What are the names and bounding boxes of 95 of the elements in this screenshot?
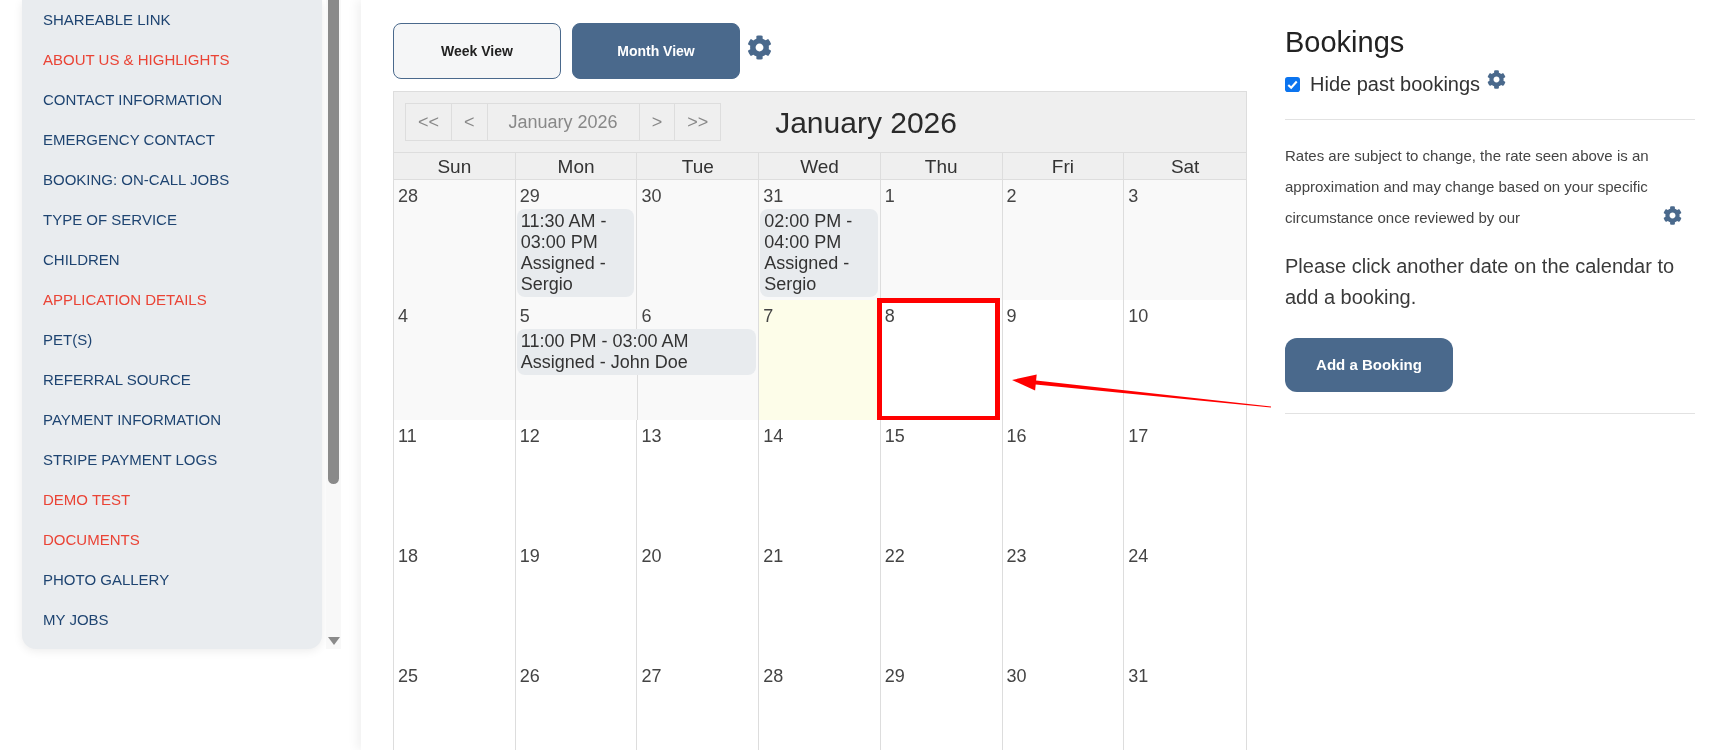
calendar-day-cell[interactable]: 14 [759,420,881,540]
day-number: 13 [641,425,662,448]
day-number: 9 [1006,305,1017,328]
day-number: 23 [1006,545,1027,568]
sidebar-link[interactable]: PET(S) [43,328,93,352]
view-tab[interactable]: Week View [393,23,561,79]
calendar-day-cell[interactable]: 22 [880,540,1003,660]
sidebar-link[interactable]: REFERRAL SOURCE [43,368,191,392]
day-number: 18 [398,545,419,568]
calendar-day-cell[interactable]: 23 [1002,540,1125,660]
day-number: 15 [884,425,905,448]
calendar-day-cell[interactable]: 25 [394,660,516,750]
day-number: 31 [763,185,784,208]
day-number: 29 [884,665,905,688]
calendar-day-cell[interactable]: 18 [394,540,516,660]
calendar-day-cell[interactable]: 20 [637,540,760,660]
sidebar-link[interactable]: PHOTO GALLERY [43,568,170,592]
day-number: 16 [1006,425,1027,448]
view-tab[interactable]: Month View [572,23,740,79]
calendar-day-cell[interactable]: 15 [880,420,1003,540]
sidebar-link[interactable]: STRIPE PAYMENT LOGS [43,448,218,472]
calendar-day-cell[interactable]: 1 [880,180,1003,300]
day-number: 29 [519,185,540,208]
day-number: 5 [519,305,530,328]
booking-event[interactable]: 11:00 PM - 03:00 AM Assigned - John Doe [516,329,757,375]
calendar-day-cell[interactable]: 26 [515,660,638,750]
day-number: 17 [1128,425,1149,448]
sidebar-link[interactable]: TYPE OF SERVICE [43,208,177,232]
sidebar-link[interactable]: BOOKING: ON-CALL JOBS [43,168,230,192]
day-number: 24 [1128,545,1149,568]
day-number: 2 [1006,185,1017,208]
sidebar-link[interactable]: CONTACT INFORMATION [43,88,223,112]
day-number: 25 [398,665,419,688]
day-number: 19 [519,545,540,568]
day-number: 22 [884,545,905,568]
booking-event[interactable]: 02:00 PM - 04:00 PM Assigned - Sergio [760,209,878,297]
rates-notice: Rates are subject to change, the rate seen above is an approximation and may change based on your specific circumstance once reviewed by our [1285,146,1650,228]
calendar-day-cell[interactable]: 30 [637,180,760,300]
sidebar-link[interactable]: EMERGENCY CONTACT [43,128,215,152]
calendar-day-cell[interactable]: 29 11:30 AM - 03:00 PM Assigned - Sergio [515,180,638,300]
caret-down-icon[interactable] [327,637,340,645]
calendar-day-cell[interactable]: 30 [1002,660,1125,750]
booking-event[interactable]: 11:30 AM - 03:00 PM Assigned - Sergio [516,209,635,297]
day-number: 8 [884,305,895,328]
add-booking-button[interactable]: Add a Booking [1285,338,1453,392]
day-number: 7 [763,305,774,328]
calendar-day-cell[interactable]: 29 [880,660,1003,750]
day-number: 28 [763,665,784,688]
calendar-day-cell[interactable]: 28 [394,180,516,300]
day-number: 30 [641,185,662,208]
gear-icon[interactable] [747,35,772,60]
calendar-day-cell[interactable]: 12 [515,420,638,540]
calendar-title: January 2026 [775,104,957,141]
day-number: 28 [398,185,419,208]
sidebar-link[interactable]: CHILDREN [43,248,120,272]
sidebar-link[interactable]: SHAREABLE LINK [43,8,171,32]
day-number: 30 [1006,665,1027,688]
day-number: 4 [398,305,408,328]
calendar-day-cell[interactable]: 3 [1124,180,1246,300]
calendar-day-cell[interactable]: 28 [759,660,881,750]
day-number: 14 [763,425,784,448]
scrollbar[interactable] [326,0,341,649]
calendar-day-cell[interactable]: 19 [515,540,638,660]
calendar-day-cell[interactable]: 16 [1002,420,1125,540]
day-number: 21 [763,545,784,568]
calendar-day-cell[interactable]: 27 [637,660,760,750]
sidebar-link[interactable]: PAYMENT INFORMATION [43,408,222,432]
weekday-header: Sat [1169,155,1201,179]
calendar-day-cell[interactable]: 4 [394,300,516,420]
day-number: 1 [884,185,895,208]
calendar-day-cell[interactable]: 21 [759,540,881,660]
calendar-day-cell[interactable]: 31 02:00 PM - 04:00 PM Assigned - Sergio [759,180,881,300]
gear-icon[interactable] [1487,69,1507,89]
calendar-day-cell[interactable]: 13 [637,420,760,540]
calendar-day-cell[interactable]: 5 [515,300,638,329]
day-number: 11 [398,425,417,448]
panel-title: Bookings [1285,25,1405,60]
day-number: 20 [641,545,662,568]
day-number: 27 [641,665,662,688]
day-number: 3 [1128,185,1139,208]
checkbox-label[interactable]: Hide past bookings [1310,69,1481,99]
day-number: 6 [641,305,652,328]
day-number: 10 [1128,305,1149,328]
checkbox[interactable] [1285,76,1300,92]
calendar-day-cell[interactable]: 6 [637,300,760,329]
scrollbar-thumb[interactable] [328,0,339,484]
booking-prompt: Please click another date on the calendar to add a booking. [1285,254,1676,310]
day-number: 31 [1128,665,1149,688]
day-number: 26 [519,665,540,688]
calendar-day-cell[interactable]: 2 [1002,180,1125,300]
calendar-day-cell[interactable]: 11 [394,420,516,540]
day-number: 12 [519,425,540,448]
gear-icon[interactable] [1663,206,1682,225]
calendar-day-cell[interactable]: 9 [1002,300,1125,420]
sidebar-link[interactable]: MY JOBS [43,608,109,632]
